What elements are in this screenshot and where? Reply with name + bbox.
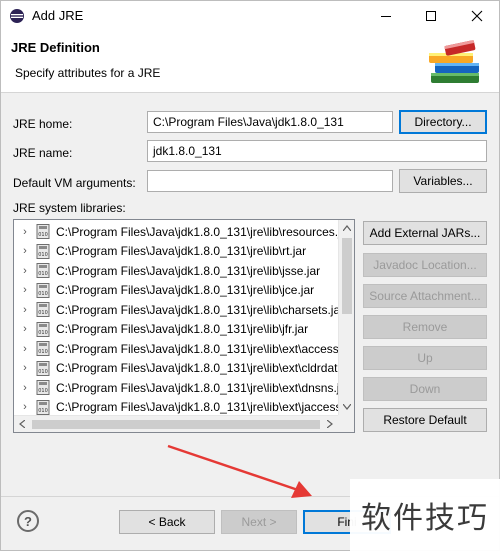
jar-icon: 010: [36, 282, 50, 298]
library-row[interactable]: › 010 C:\Program Files\Java\jdk1.8.0_131…: [14, 359, 354, 379]
svg-text:010: 010: [38, 310, 48, 316]
vm-args-input[interactable]: [147, 170, 393, 192]
libraries-tree[interactable]: › 010 C:\Program Files\Java\jdk1.8.0_131…: [13, 219, 355, 433]
close-icon: [471, 10, 482, 22]
chevron-right-icon[interactable]: ›: [14, 265, 36, 277]
horizontal-scroll-thumb[interactable]: [32, 420, 320, 429]
source-attachment-button[interactable]: Source Attachment...: [363, 284, 487, 308]
next-button[interactable]: Next >: [221, 510, 297, 534]
library-path: C:\Program Files\Java\jdk1.8.0_131\jre\l…: [56, 224, 352, 239]
library-path: C:\Program Files\Java\jdk1.8.0_131\jre\l…: [56, 380, 351, 395]
close-button[interactable]: [454, 1, 499, 31]
page-title: JRE Definition: [11, 40, 100, 55]
wizard-header: JRE Definition Specify attributes for a …: [1, 31, 499, 93]
restore-default-button[interactable]: Restore Default: [363, 408, 487, 432]
scroll-corner: [338, 415, 354, 432]
horizontal-scrollbar[interactable]: [14, 415, 339, 432]
watermark: 软件技巧: [350, 479, 500, 551]
add-external-jars-button[interactable]: Add External JARs...: [363, 221, 487, 245]
vertical-scroll-thumb[interactable]: [342, 238, 352, 314]
svg-text:010: 010: [38, 330, 48, 336]
eclipse-icon: [10, 9, 24, 23]
library-path: C:\Program Files\Java\jdk1.8.0_131\jre\l…: [56, 244, 307, 259]
help-icon[interactable]: ?: [17, 510, 39, 532]
library-path: C:\Program Files\Java\jdk1.8.0_131\jre\l…: [56, 361, 355, 376]
library-path: C:\Program Files\Java\jdk1.8.0_131\jre\l…: [56, 341, 354, 356]
maximize-button[interactable]: [408, 1, 453, 31]
javadoc-location-button[interactable]: Javadoc Location...: [363, 253, 487, 277]
library-path: C:\Program Files\Java\jdk1.8.0_131\jre\l…: [56, 400, 355, 415]
svg-text:010: 010: [38, 291, 48, 297]
jar-icon: 010: [36, 263, 50, 279]
scroll-up-icon[interactable]: [343, 225, 351, 231]
library-row[interactable]: › 010 C:\Program Files\Java\jdk1.8.0_131…: [14, 261, 339, 281]
chevron-right-icon[interactable]: ›: [14, 401, 36, 413]
chevron-right-icon[interactable]: ›: [14, 343, 36, 355]
jar-icon: 010: [36, 360, 50, 376]
chevron-right-icon[interactable]: ›: [14, 284, 36, 296]
jar-icon: 010: [36, 341, 50, 357]
chevron-right-icon[interactable]: ›: [14, 362, 36, 374]
library-row[interactable]: › 010 C:\Program Files\Java\jdk1.8.0_131…: [14, 378, 350, 398]
library-path: C:\Program Files\Java\jdk1.8.0_131\jre\l…: [56, 263, 321, 278]
scroll-down-icon[interactable]: [343, 404, 351, 410]
svg-text:010: 010: [38, 388, 48, 394]
library-path: C:\Program Files\Java\jdk1.8.0_131\jre\l…: [56, 283, 315, 298]
chevron-right-icon[interactable]: ›: [14, 304, 36, 316]
minimize-button[interactable]: [363, 1, 408, 31]
remove-button[interactable]: Remove: [363, 315, 487, 339]
jre-home-label: JRE home:: [13, 117, 73, 131]
chevron-right-icon[interactable]: ›: [14, 226, 36, 238]
chevron-right-icon[interactable]: ›: [14, 382, 36, 394]
jre-name-label: JRE name:: [13, 146, 73, 160]
svg-text:010: 010: [38, 369, 48, 375]
library-row[interactable]: › 010 C:\Program Files\Java\jdk1.8.0_131…: [14, 242, 339, 262]
scroll-right-icon[interactable]: [327, 420, 333, 428]
jar-icon: 010: [36, 243, 50, 259]
jar-icon: 010: [36, 224, 50, 240]
chevron-right-icon[interactable]: ›: [14, 323, 36, 335]
svg-text:010: 010: [38, 271, 48, 277]
jar-icon: 010: [36, 399, 50, 415]
variables-button[interactable]: Variables...: [399, 169, 487, 193]
jar-icon: 010: [36, 302, 50, 318]
directory-button[interactable]: Directory...: [399, 110, 487, 134]
back-button[interactable]: < Back: [119, 510, 215, 534]
jar-icon: 010: [36, 321, 50, 337]
page-subtitle: Specify attributes for a JRE: [15, 66, 161, 80]
library-path: C:\Program Files\Java\jdk1.8.0_131\jre\l…: [56, 302, 345, 317]
window-title: Add JRE: [32, 8, 84, 23]
vertical-scrollbar[interactable]: [338, 220, 354, 416]
up-button[interactable]: Up: [363, 346, 487, 370]
title-bar: Add JRE: [1, 1, 499, 31]
libraries-label: JRE system libraries:: [13, 201, 126, 215]
books-banner-icon: [429, 39, 479, 83]
jre-name-input[interactable]: jdk1.8.0_131: [147, 140, 487, 162]
svg-text:010: 010: [38, 408, 48, 414]
svg-text:010: 010: [38, 349, 48, 355]
jar-icon: 010: [36, 380, 50, 396]
library-row[interactable]: › 010 C:\Program Files\Java\jdk1.8.0_131…: [14, 300, 344, 320]
chevron-right-icon[interactable]: ›: [14, 245, 36, 257]
scroll-left-icon[interactable]: [19, 420, 25, 428]
maximize-icon: [425, 11, 436, 21]
library-row[interactable]: › 010 C:\Program Files\Java\jdk1.8.0_131…: [14, 320, 339, 340]
library-row[interactable]: › 010 C:\Program Files\Java\jdk1.8.0_131…: [14, 339, 354, 359]
svg-text:010: 010: [38, 252, 48, 258]
library-row[interactable]: › 010 C:\Program Files\Java\jdk1.8.0_131…: [14, 222, 351, 242]
minimize-icon: [380, 16, 391, 17]
svg-text:010: 010: [38, 232, 48, 238]
add-jre-dialog: Add JRE JRE Definition Specify attribute…: [0, 0, 500, 551]
jre-home-input[interactable]: C:\Program Files\Java\jdk1.8.0_131: [147, 111, 393, 133]
vm-args-label: Default VM arguments:: [13, 176, 136, 190]
library-path: C:\Program Files\Java\jdk1.8.0_131\jre\l…: [56, 322, 309, 337]
library-row[interactable]: › 010 C:\Program Files\Java\jdk1.8.0_131…: [14, 281, 339, 301]
down-button[interactable]: Down: [363, 377, 487, 401]
